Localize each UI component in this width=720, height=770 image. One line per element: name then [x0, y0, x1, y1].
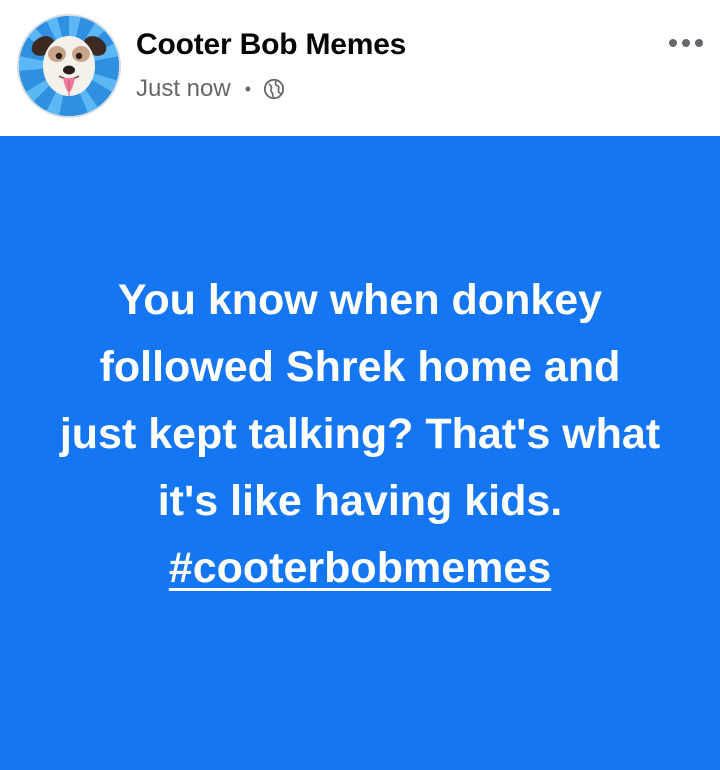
hashtag-link[interactable]: #cooterbobmemes — [169, 544, 551, 592]
post-header: Cooter Bob Memes Just now • — [0, 0, 720, 136]
post-text: You know when donkey followed Shrek home… — [10, 267, 710, 602]
timestamp[interactable]: Just now — [136, 75, 231, 103]
post-text-line: followed Shrek home and — [99, 342, 621, 391]
post-content: You know when donkey followed Shrek home… — [0, 136, 720, 770]
post-text-line: You know when donkey — [117, 275, 603, 324]
meta-separator: • — [244, 79, 252, 99]
more-horizontal-icon-dot — [695, 39, 703, 47]
globe-icon[interactable] — [263, 78, 285, 100]
post-meta: Just now • — [136, 74, 285, 104]
dog-avatar-image — [19, 16, 119, 116]
post-text-line: it's like having kids. — [157, 476, 563, 525]
more-options-button[interactable] — [660, 28, 712, 58]
more-horizontal-icon — [669, 39, 677, 47]
avatar[interactable] — [17, 14, 121, 118]
author-name[interactable]: Cooter Bob Memes — [136, 28, 406, 62]
post-text-line: just kept talking? That's what — [59, 409, 661, 458]
more-horizontal-icon-dot — [682, 39, 690, 47]
post-card: Cooter Bob Memes Just now • You know whe… — [0, 0, 720, 770]
